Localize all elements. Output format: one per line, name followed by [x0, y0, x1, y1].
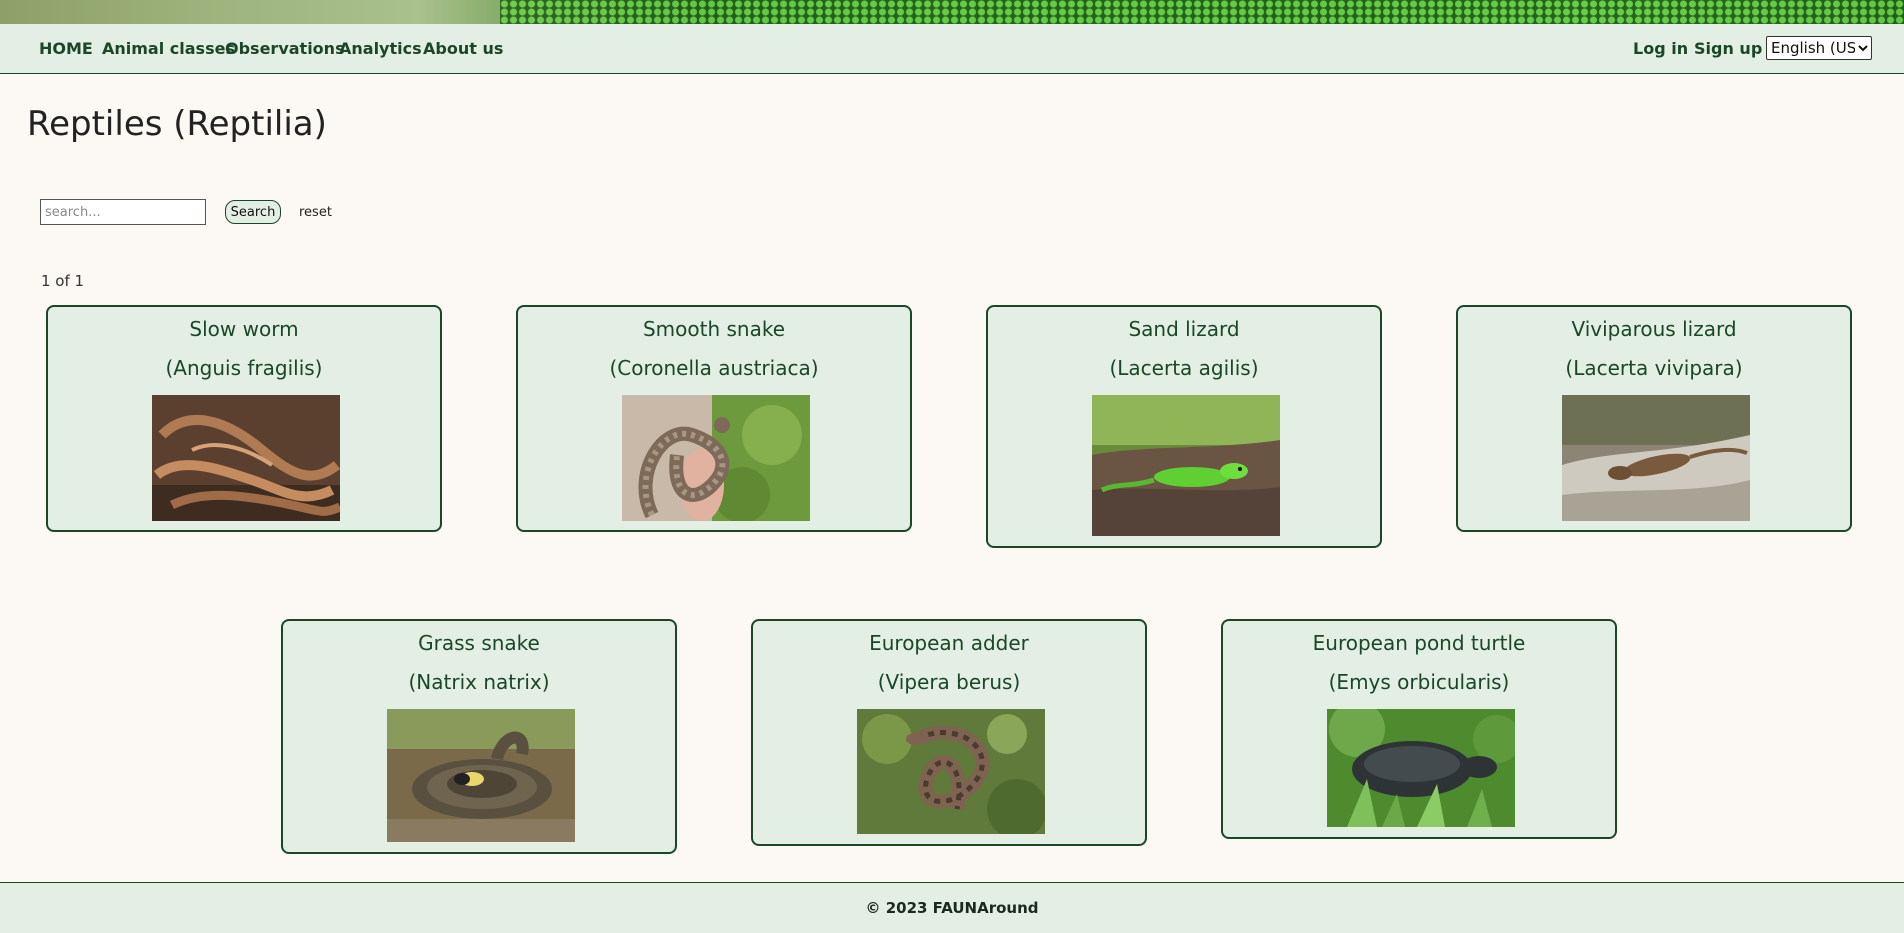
- footer: © 2023 FAUNAround: [0, 882, 1904, 933]
- signup-link[interactable]: Sign up: [1694, 40, 1762, 58]
- animal-latin-name: (Anguis fragilis): [165, 356, 323, 380]
- animal-latin-name: (Emys orbicularis): [1328, 670, 1510, 694]
- sand-lizard-photo[interactable]: [1092, 395, 1280, 536]
- animal-latin-name: (Coronella austriaca): [609, 356, 819, 380]
- animal-latin-name: (Vipera berus): [877, 670, 1021, 694]
- nav-animal-classes[interactable]: Animal classes: [102, 40, 235, 58]
- animal-card[interactable]: Viviparous lizard (Lacerta vivipara): [1456, 305, 1852, 532]
- search-button[interactable]: Search: [225, 200, 281, 224]
- animal-name: European pond turtle: [1312, 631, 1526, 655]
- animal-name: Viviparous lizard: [1571, 317, 1737, 341]
- reset-link[interactable]: reset: [299, 205, 332, 220]
- nav-analytics[interactable]: Analytics: [339, 40, 422, 58]
- language-select[interactable]: English (US): [1766, 36, 1872, 60]
- animal-latin-name: (Natrix natrix): [408, 670, 550, 694]
- animal-latin-name: (Lacerta vivipara): [1565, 356, 1743, 380]
- search-input[interactable]: [40, 199, 206, 225]
- page-title: Reptiles (Reptilia): [27, 104, 327, 144]
- animal-card[interactable]: Grass snake (Natrix natrix): [281, 619, 677, 854]
- animal-card[interactable]: Smooth snake (Coronella austriaca): [516, 305, 912, 532]
- animal-card[interactable]: European pond turtle (Emys orbicularis): [1221, 619, 1617, 839]
- grass-snake-photo[interactable]: [387, 709, 575, 842]
- animal-latin-name: (Lacerta agilis): [1109, 356, 1259, 380]
- animal-name: Sand lizard: [1128, 317, 1240, 341]
- animal-card[interactable]: Sand lizard (Lacerta agilis): [986, 305, 1382, 548]
- slow-worm-photo[interactable]: [152, 395, 340, 521]
- european-adder-photo[interactable]: [857, 709, 1045, 834]
- nav-home[interactable]: HOME: [39, 40, 93, 58]
- nav-about-us[interactable]: About us: [423, 40, 503, 58]
- viviparous-lizard-photo[interactable]: [1562, 395, 1750, 521]
- top-nav: HOME Animal classes Observations Analyti…: [0, 24, 1904, 74]
- animal-card[interactable]: European adder (Vipera berus): [751, 619, 1147, 846]
- animal-name: European adder: [869, 631, 1029, 655]
- header-banner-image: [0, 0, 1904, 24]
- animal-name: Slow worm: [189, 317, 299, 341]
- animal-card[interactable]: Slow worm (Anguis fragilis): [46, 305, 442, 532]
- animal-name: Smooth snake: [642, 317, 786, 341]
- pond-turtle-photo[interactable]: [1327, 709, 1515, 827]
- pagination-status: 1 of 1: [41, 272, 85, 290]
- nav-observations[interactable]: Observations: [225, 40, 345, 58]
- login-link[interactable]: Log in: [1633, 40, 1688, 58]
- smooth-snake-photo[interactable]: [622, 395, 810, 521]
- animal-name: Grass snake: [418, 631, 540, 655]
